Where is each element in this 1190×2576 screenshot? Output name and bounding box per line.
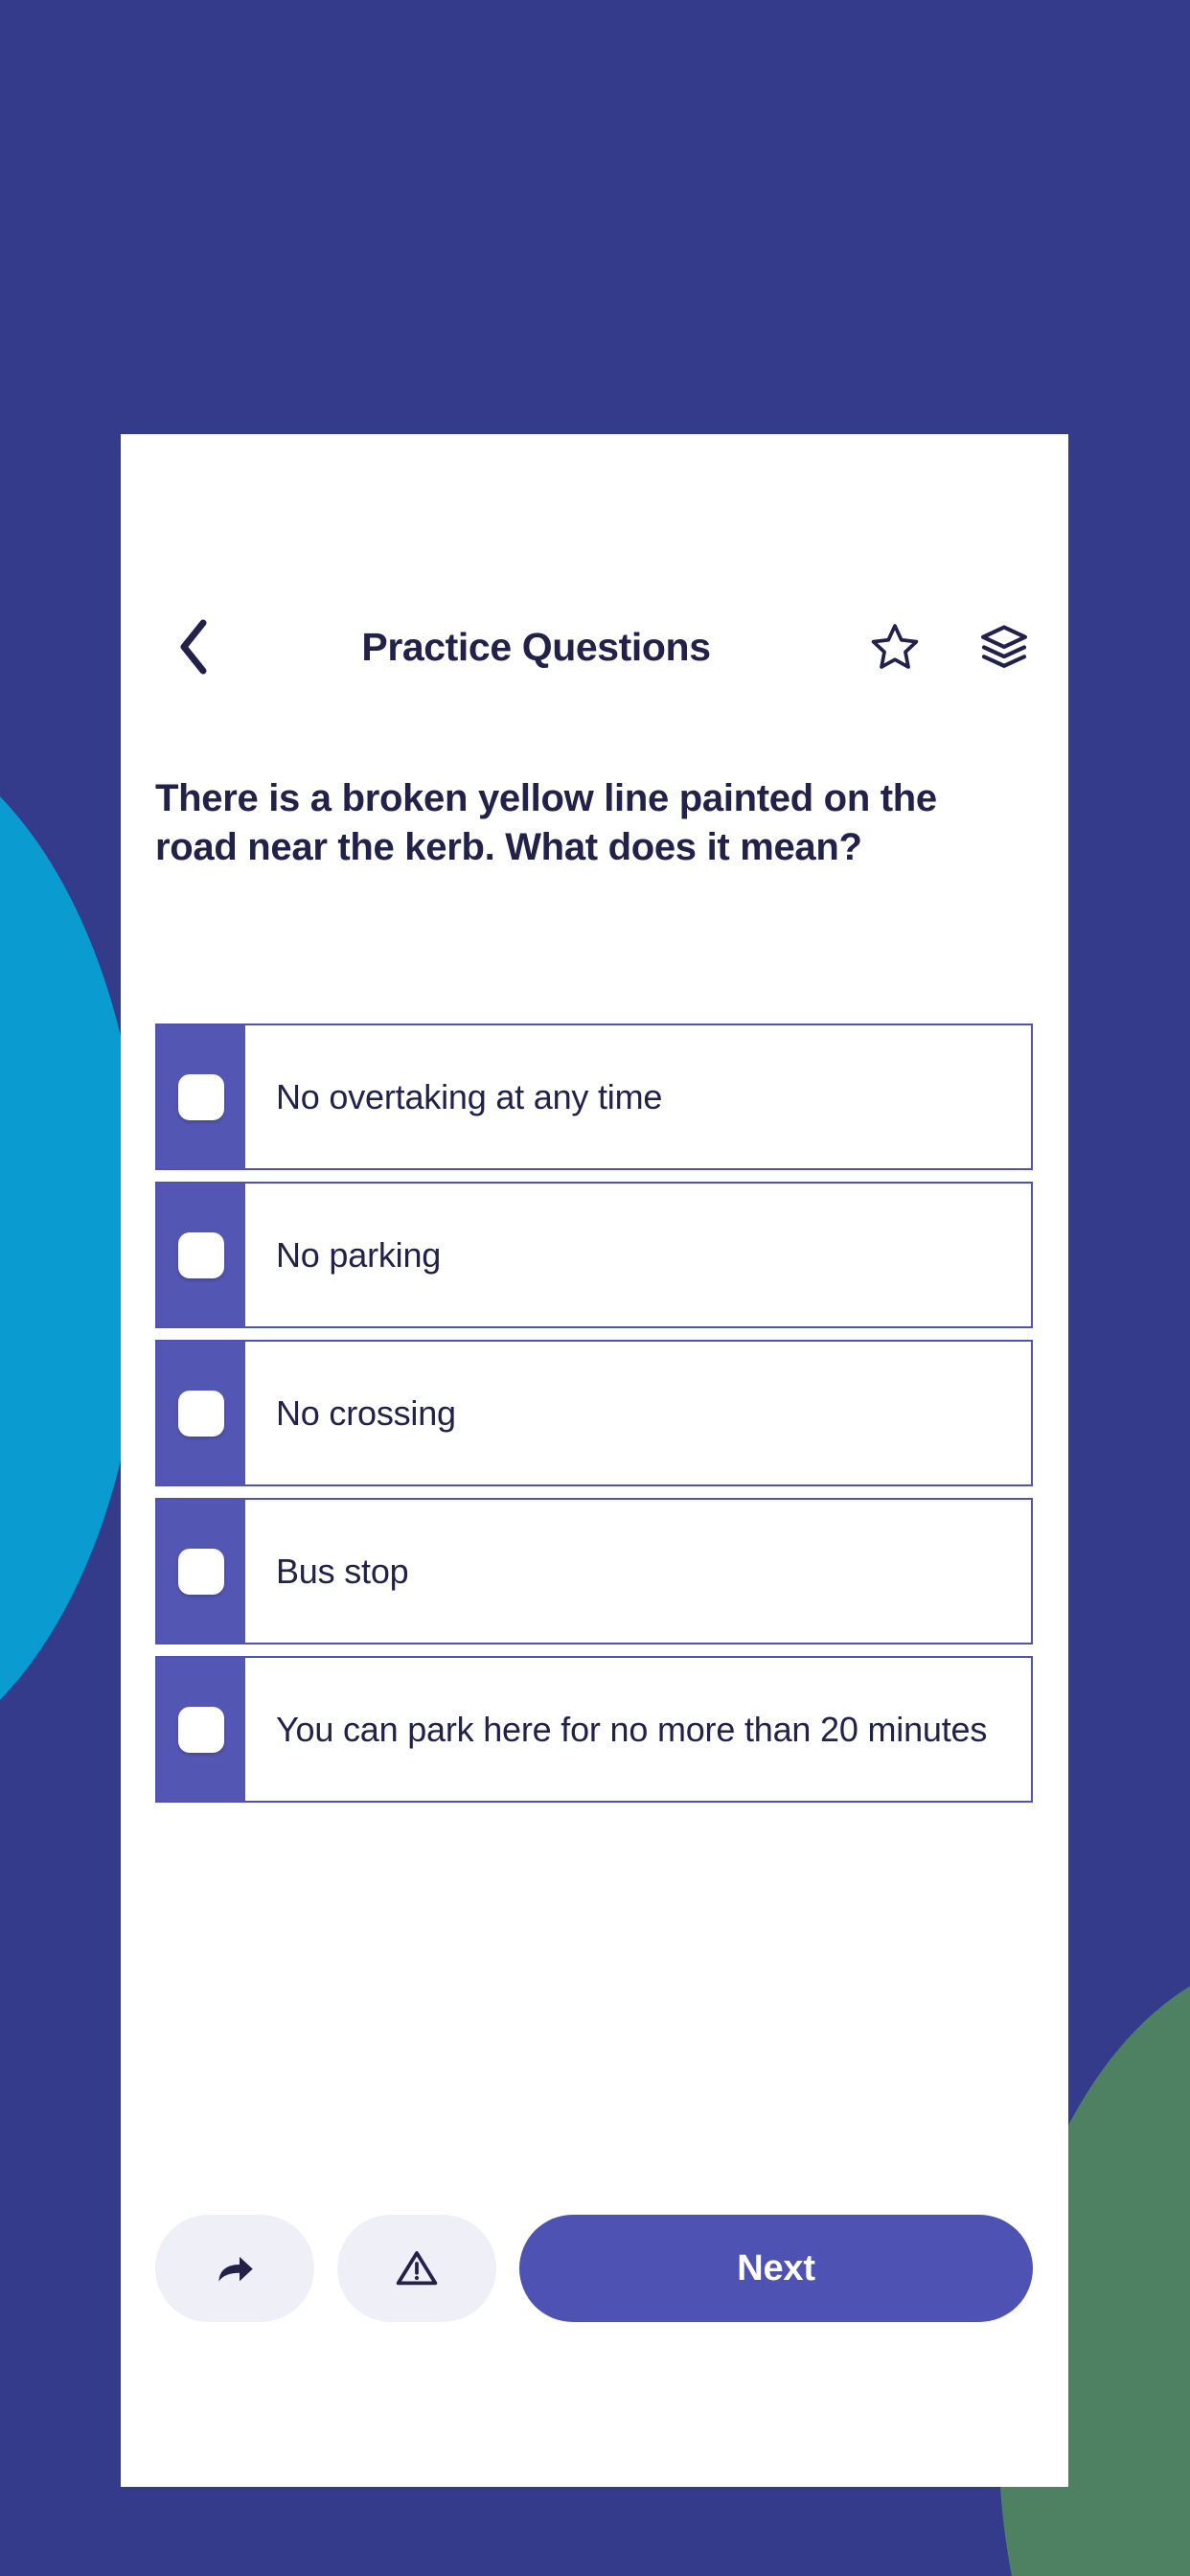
- answer-option-checkbox-column[interactable]: [157, 1658, 245, 1801]
- answer-option[interactable]: No parking: [155, 1182, 1033, 1328]
- answer-option-label: No parking: [276, 1234, 442, 1275]
- favourite-button[interactable]: [865, 617, 925, 677]
- app-bar: Practice Questions: [121, 597, 1068, 697]
- question-text: There is a broken yellow line painted on…: [155, 777, 937, 869]
- back-button[interactable]: [159, 612, 228, 681]
- bottom-action-bar: Next: [155, 2215, 1033, 2322]
- answer-option[interactable]: No overtaking at any time: [155, 1024, 1033, 1170]
- checkbox-icon[interactable]: [178, 1231, 224, 1278]
- layers-icon: [976, 620, 1032, 674]
- share-button[interactable]: [155, 2215, 314, 2322]
- page-title: Practice Questions: [361, 624, 711, 669]
- answer-option-label: No crossing: [276, 1392, 456, 1433]
- checkbox-icon[interactable]: [178, 1073, 224, 1120]
- star-outline-icon: [867, 620, 923, 674]
- answer-option-checkbox-column[interactable]: [157, 1184, 245, 1326]
- checkbox-icon[interactable]: [178, 1390, 224, 1437]
- share-arrow-icon: [211, 2244, 259, 2292]
- answer-option-checkbox-column[interactable]: [157, 1025, 245, 1168]
- answer-option[interactable]: You can park here for no more than 20 mi…: [155, 1656, 1033, 1803]
- answer-option[interactable]: No crossing: [155, 1340, 1033, 1486]
- answer-option-checkbox-column[interactable]: [157, 1342, 245, 1484]
- next-button[interactable]: Next: [519, 2215, 1033, 2322]
- warning-triangle-icon: [393, 2244, 441, 2292]
- answer-option[interactable]: Bus stop: [155, 1498, 1033, 1644]
- checkbox-icon[interactable]: [178, 1706, 224, 1753]
- layers-button[interactable]: [974, 617, 1034, 677]
- answer-option-label: You can park here for no more than 20 mi…: [276, 1709, 988, 1749]
- checkbox-icon[interactable]: [178, 1548, 224, 1595]
- chevron-left-icon: [175, 617, 212, 677]
- phone-screen-card: Practice Questions There is a broken yel…: [121, 434, 1068, 2487]
- answer-option-label: No overtaking at any time: [276, 1076, 663, 1116]
- answer-option-checkbox-column[interactable]: [157, 1500, 245, 1643]
- answer-options-list: No overtaking at any time No parking No …: [155, 1024, 1033, 1803]
- app-bar-actions: [844, 617, 1034, 677]
- report-button[interactable]: [337, 2215, 496, 2322]
- answer-option-label: Bus stop: [276, 1551, 409, 1591]
